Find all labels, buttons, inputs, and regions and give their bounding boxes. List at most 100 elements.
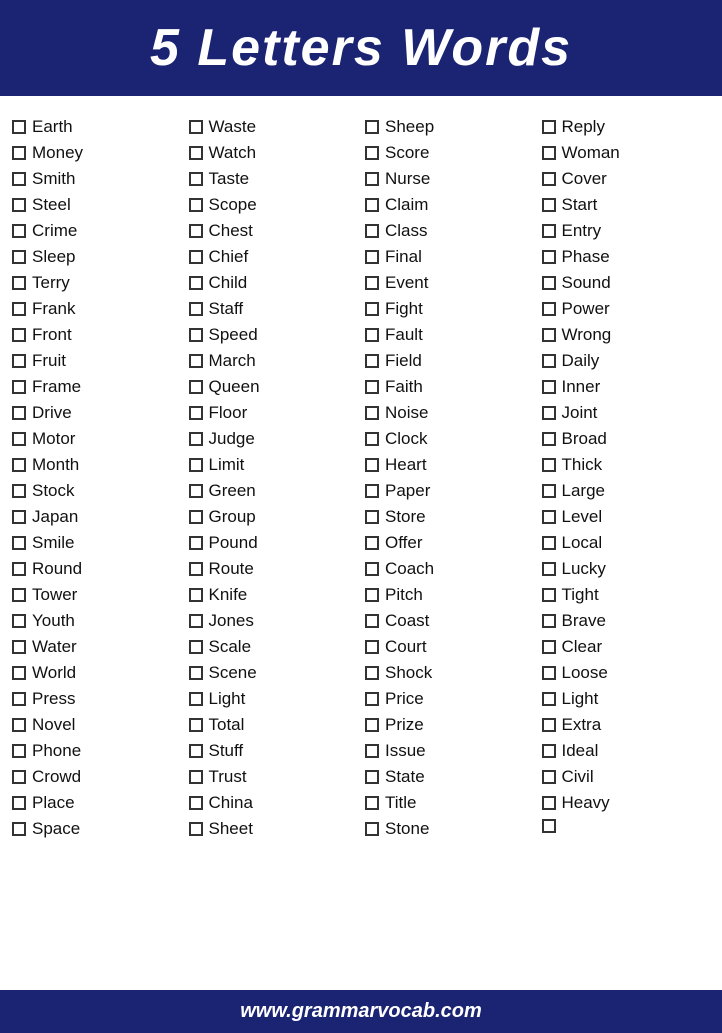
checkbox-icon[interactable]: [189, 432, 203, 446]
checkbox-icon[interactable]: [365, 562, 379, 576]
checkbox-icon[interactable]: [189, 614, 203, 628]
checkbox-icon[interactable]: [12, 692, 26, 706]
checkbox-icon[interactable]: [12, 770, 26, 784]
checkbox-icon[interactable]: [12, 172, 26, 186]
checkbox-icon[interactable]: [189, 146, 203, 160]
checkbox-icon[interactable]: [365, 302, 379, 316]
checkbox-icon[interactable]: [365, 224, 379, 238]
checkbox-icon[interactable]: [542, 406, 556, 420]
checkbox-icon[interactable]: [365, 380, 379, 394]
checkbox-icon[interactable]: [365, 432, 379, 446]
checkbox-icon[interactable]: [189, 562, 203, 576]
checkbox-icon[interactable]: [12, 718, 26, 732]
checkbox-icon[interactable]: [12, 510, 26, 524]
checkbox-icon[interactable]: [189, 640, 203, 654]
checkbox-icon[interactable]: [365, 146, 379, 160]
checkbox-icon[interactable]: [12, 744, 26, 758]
checkbox-icon[interactable]: [12, 432, 26, 446]
checkbox-icon[interactable]: [365, 198, 379, 212]
checkbox-icon[interactable]: [189, 276, 203, 290]
checkbox-icon[interactable]: [365, 770, 379, 784]
checkbox-icon[interactable]: [542, 276, 556, 290]
checkbox-icon[interactable]: [542, 510, 556, 524]
checkbox-icon[interactable]: [542, 744, 556, 758]
checkbox-icon[interactable]: [365, 250, 379, 264]
checkbox-icon[interactable]: [189, 510, 203, 524]
checkbox-icon[interactable]: [365, 120, 379, 134]
checkbox-icon[interactable]: [542, 614, 556, 628]
checkbox-icon[interactable]: [365, 510, 379, 524]
checkbox-icon[interactable]: [542, 302, 556, 316]
checkbox-icon[interactable]: [542, 198, 556, 212]
checkbox-icon[interactable]: [12, 796, 26, 810]
checkbox-icon[interactable]: [542, 250, 556, 264]
checkbox-icon[interactable]: [542, 172, 556, 186]
checkbox-icon[interactable]: [12, 406, 26, 420]
checkbox-icon[interactable]: [542, 536, 556, 550]
checkbox-icon[interactable]: [365, 614, 379, 628]
checkbox-icon[interactable]: [189, 822, 203, 836]
checkbox-icon[interactable]: [12, 640, 26, 654]
checkbox-icon[interactable]: [542, 432, 556, 446]
checkbox-icon[interactable]: [12, 614, 26, 628]
checkbox-icon[interactable]: [542, 770, 556, 784]
checkbox-icon[interactable]: [365, 354, 379, 368]
checkbox-icon[interactable]: [189, 172, 203, 186]
checkbox-icon[interactable]: [189, 380, 203, 394]
checkbox-icon[interactable]: [12, 198, 26, 212]
checkbox-icon[interactable]: [542, 588, 556, 602]
checkbox-icon[interactable]: [12, 588, 26, 602]
checkbox-icon[interactable]: [365, 640, 379, 654]
checkbox-icon[interactable]: [12, 354, 26, 368]
checkbox-icon[interactable]: [542, 819, 556, 833]
checkbox-icon[interactable]: [365, 536, 379, 550]
checkbox-icon[interactable]: [365, 276, 379, 290]
checkbox-icon[interactable]: [542, 484, 556, 498]
checkbox-icon[interactable]: [542, 458, 556, 472]
checkbox-icon[interactable]: [189, 224, 203, 238]
checkbox-icon[interactable]: [189, 484, 203, 498]
checkbox-icon[interactable]: [365, 172, 379, 186]
checkbox-icon[interactable]: [542, 562, 556, 576]
checkbox-icon[interactable]: [542, 640, 556, 654]
checkbox-icon[interactable]: [189, 406, 203, 420]
checkbox-icon[interactable]: [365, 588, 379, 602]
checkbox-icon[interactable]: [12, 224, 26, 238]
checkbox-icon[interactable]: [12, 380, 26, 394]
checkbox-icon[interactable]: [189, 328, 203, 342]
checkbox-icon[interactable]: [542, 796, 556, 810]
checkbox-icon[interactable]: [189, 458, 203, 472]
checkbox-icon[interactable]: [12, 328, 26, 342]
checkbox-icon[interactable]: [189, 302, 203, 316]
checkbox-icon[interactable]: [365, 484, 379, 498]
checkbox-icon[interactable]: [12, 822, 26, 836]
checkbox-icon[interactable]: [365, 822, 379, 836]
checkbox-icon[interactable]: [189, 588, 203, 602]
checkbox-icon[interactable]: [542, 120, 556, 134]
checkbox-icon[interactable]: [365, 458, 379, 472]
checkbox-icon[interactable]: [189, 250, 203, 264]
checkbox-icon[interactable]: [365, 406, 379, 420]
checkbox-icon[interactable]: [365, 718, 379, 732]
checkbox-icon[interactable]: [542, 224, 556, 238]
checkbox-icon[interactable]: [189, 354, 203, 368]
checkbox-icon[interactable]: [12, 250, 26, 264]
checkbox-icon[interactable]: [189, 770, 203, 784]
checkbox-icon[interactable]: [189, 666, 203, 680]
checkbox-icon[interactable]: [189, 718, 203, 732]
checkbox-icon[interactable]: [542, 380, 556, 394]
checkbox-icon[interactable]: [365, 744, 379, 758]
checkbox-icon[interactable]: [12, 146, 26, 160]
checkbox-icon[interactable]: [365, 328, 379, 342]
checkbox-icon[interactable]: [189, 536, 203, 550]
checkbox-icon[interactable]: [542, 354, 556, 368]
checkbox-icon[interactable]: [542, 718, 556, 732]
checkbox-icon[interactable]: [542, 146, 556, 160]
checkbox-icon[interactable]: [189, 692, 203, 706]
checkbox-icon[interactable]: [542, 666, 556, 680]
checkbox-icon[interactable]: [365, 692, 379, 706]
checkbox-icon[interactable]: [189, 744, 203, 758]
checkbox-icon[interactable]: [12, 458, 26, 472]
checkbox-icon[interactable]: [12, 484, 26, 498]
checkbox-icon[interactable]: [542, 328, 556, 342]
